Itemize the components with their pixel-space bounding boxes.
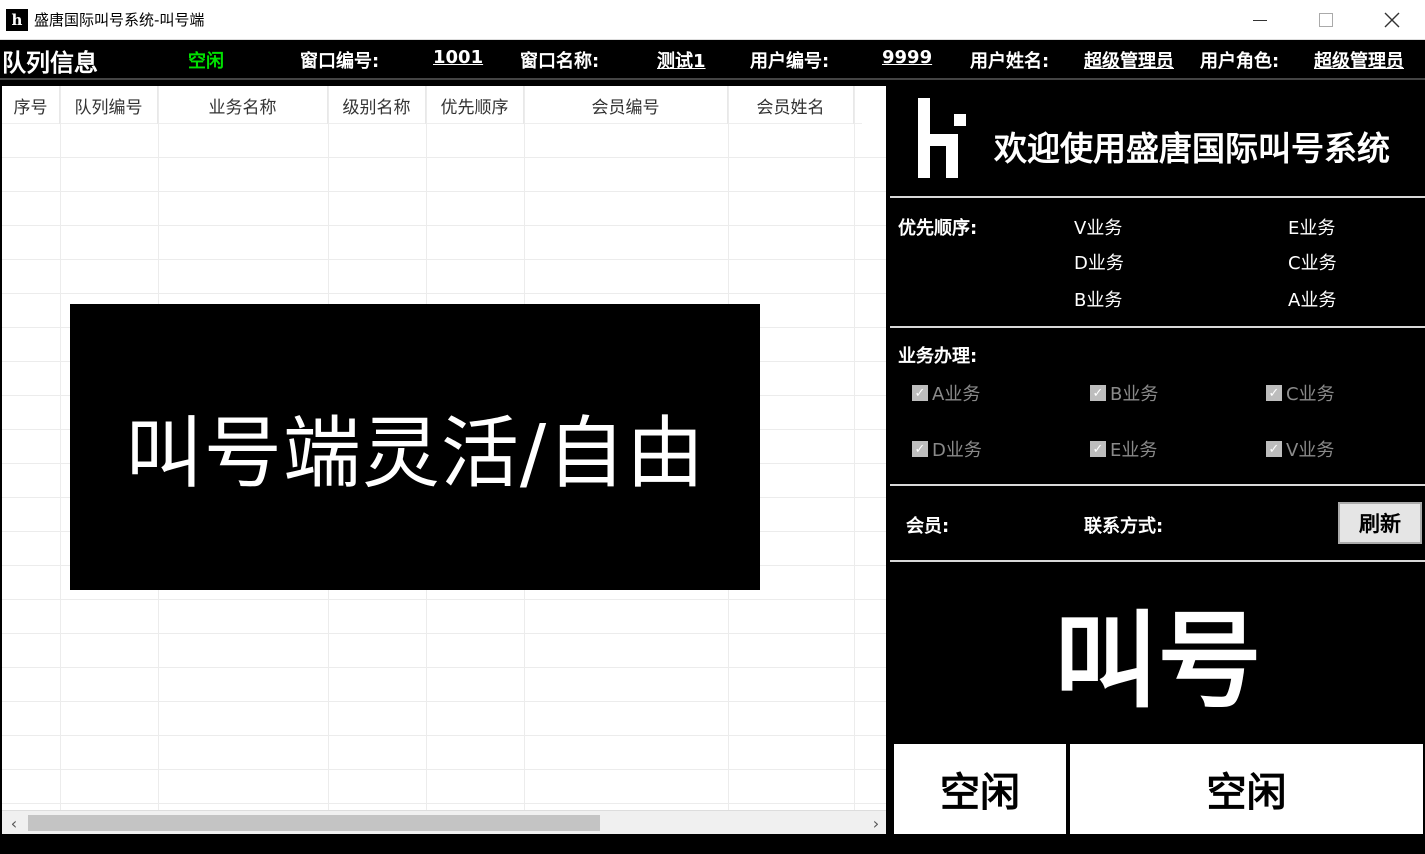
user-no-value: 9999 [882,47,933,68]
minimize-icon[interactable] [1227,0,1293,40]
welcome-section: 欢迎使用盛唐国际叫号系统 [890,84,1425,198]
status-badge: 空闲 [188,51,224,72]
window-no-value: 1001 [433,47,484,68]
window-name-label: 窗口名称: [520,51,600,72]
bottom-strip [0,836,1425,854]
control-panel: 欢迎使用盛唐国际叫号系统 优先顺序: V业务 E业务 D业务 C业务 B业务 A… [890,84,1425,836]
idle-status-right[interactable]: 空闲 [1068,742,1425,836]
call-number-button[interactable]: 叫号 [890,562,1425,740]
checkbox-d-business[interactable]: ✓ D业务 [912,436,982,462]
col-header-member-name[interactable]: 会员姓名 [728,86,854,124]
priority-label: 优先顺序: [898,218,978,239]
checkbox-a-business[interactable]: ✓ A业务 [912,380,980,406]
checkbox-label: C业务 [1286,384,1335,405]
queue-table[interactable]: 序号 队列编号 业务名称 级别名称 优先顺序 会员编号 会员姓名 叫号端灵活/自… [0,84,888,836]
col-header-queue-no[interactable]: 队列编号 [60,86,158,124]
priority-item: C业务 [1288,253,1337,274]
member-section: 会员: 联系方式: 刷新 [890,486,1425,562]
close-icon[interactable] [1359,0,1425,40]
window-no-label: 窗口编号: [300,51,380,72]
feature-overlay: 叫号端灵活/自由 [70,304,760,590]
scroll-right-icon[interactable]: › [866,813,886,833]
checkbox-c-business[interactable]: ✓ C业务 [1266,380,1335,406]
checkmark-icon: ✓ [1266,385,1282,401]
contact-label: 联系方式: [1084,516,1164,537]
priority-item: A业务 [1288,290,1337,311]
idle-status-left[interactable]: 空闲 [892,742,1068,836]
user-role-value: 超级管理员 [1314,51,1404,72]
table-header: 序号 队列编号 业务名称 级别名称 优先顺序 会员编号 会员姓名 [2,86,862,124]
user-name-label: 用户姓名: [970,51,1050,72]
status-footer: 空闲 空闲 [890,742,1425,836]
call-section: 叫号 [890,562,1425,742]
maximize-icon[interactable] [1293,0,1359,40]
checkbox-label: B业务 [1110,384,1159,405]
col-header-index[interactable]: 序号 [2,86,60,124]
brand-logo-icon [918,98,966,178]
priority-item: D业务 [1074,253,1124,274]
user-role-label: 用户角色: [1200,51,1280,72]
business-label: 业务办理: [898,346,978,367]
col-header-business-name[interactable]: 业务名称 [158,86,328,124]
window-name-value: 测试1 [657,51,706,72]
checkbox-label: D业务 [932,440,982,461]
checkmark-icon: ✓ [912,441,928,457]
info-bar: 队列信息 空闲 窗口编号: 1001 窗口名称: 测试1 用户编号: 9999 … [0,40,1425,80]
queue-title: 队列信息 [2,49,98,77]
priority-section: 优先顺序: V业务 E业务 D业务 C业务 B业务 A业务 [890,198,1425,328]
window-controls [1227,0,1425,40]
checkbox-v-business[interactable]: ✓ V业务 [1266,436,1334,462]
checkbox-label: E业务 [1110,440,1158,461]
checkmark-icon: ✓ [912,385,928,401]
welcome-text: 欢迎使用盛唐国际叫号系统 [994,129,1390,168]
col-header-level-name[interactable]: 级别名称 [328,86,426,124]
checkbox-e-business[interactable]: ✓ E业务 [1090,436,1157,462]
priority-item: E业务 [1288,218,1336,239]
checkbox-b-business[interactable]: ✓ B业务 [1090,380,1158,406]
priority-item: B业务 [1074,290,1123,311]
checkmark-icon: ✓ [1090,441,1106,457]
checkmark-icon: ✓ [1266,441,1282,457]
checkbox-label: A业务 [932,384,981,405]
col-header-priority[interactable]: 优先顺序 [426,86,524,124]
user-name-value: 超级管理员 [1084,51,1174,72]
app-logo-icon: h [6,8,28,31]
checkmark-icon: ✓ [1090,385,1106,401]
window-title: 盛唐国际叫号系统-叫号端 [34,11,205,29]
refresh-button[interactable]: 刷新 [1338,502,1422,544]
col-header-member-no[interactable]: 会员编号 [524,86,728,124]
scroll-left-icon[interactable]: ‹ [4,813,24,833]
business-section: 业务办理: ✓ A业务 ✓ B业务 ✓ C业务 ✓ D业务 ✓ E业务 ✓ V业… [890,328,1425,486]
member-label: 会员: [906,516,950,537]
checkbox-label: V业务 [1286,440,1335,461]
scroll-thumb[interactable] [28,815,600,831]
title-bar: h 盛唐国际叫号系统-叫号端 [0,0,1425,40]
priority-item: V业务 [1074,218,1123,239]
user-no-label: 用户编号: [750,51,830,72]
horizontal-scrollbar[interactable]: ‹ › [2,810,886,834]
